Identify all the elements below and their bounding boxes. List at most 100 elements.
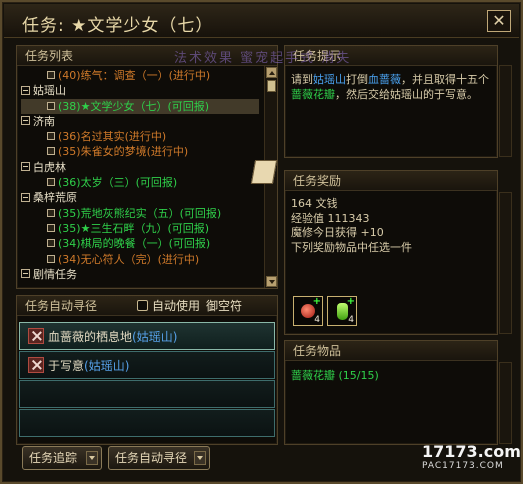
task-list-item[interactable]: (35)★三生石畔（九）(可回报) <box>21 221 259 236</box>
category-label: 济南 <box>33 114 55 128</box>
auto-path-panel: 任务自动寻径 自动使用 御空符 血蔷薇的栖息地 (姑瑶山) 于写意 (姑瑶山) <box>16 295 278 445</box>
task-label: (35)★三生石畔（九）(可回报) <box>58 221 210 235</box>
scroll-down-button[interactable] <box>266 276 277 287</box>
auto-path-button-label: 任务自动寻径 <box>115 451 188 465</box>
scroll-up-button[interactable] <box>266 67 277 78</box>
category-label: 白虎林 <box>33 160 66 174</box>
auto-path-destination[interactable]: 于写意 (姑瑶山) <box>19 351 275 379</box>
task-label: (34)棋局的晚餐（一）(可回报) <box>58 237 211 251</box>
auto-path-list: 血蔷薇的栖息地 (姑瑶山) 于写意 (姑瑶山) <box>19 322 275 438</box>
task-items-header: 任务物品 <box>285 341 497 361</box>
task-marker-icon <box>47 178 55 187</box>
task-marker-icon <box>47 101 55 110</box>
location-link[interactable]: 姑瑶山 <box>313 73 346 86</box>
task-marker-icon <box>47 71 55 79</box>
slot-quantity: 4 <box>348 315 354 325</box>
destination-map: (姑瑶山) <box>132 329 178 344</box>
category-label: 剧情任务 <box>33 267 77 281</box>
task-item-count: (15/15) <box>338 369 379 382</box>
chevron-down-icon[interactable] <box>86 451 98 465</box>
task-hint-header: 任务提示 <box>285 46 497 66</box>
reward-exp: 经验值 111343 <box>291 211 370 225</box>
hint-text: ，然后交给姑瑶山的于写意。 <box>335 88 478 101</box>
title-bar[interactable]: 任务: ★文学少女（七） ✕ <box>4 4 519 38</box>
site-logo-subtext: PAC17173.COM <box>422 461 504 471</box>
task-list-item[interactable]: (36)太岁（三）(可回报) <box>21 175 259 190</box>
collapse-icon[interactable] <box>21 162 30 172</box>
task-marker-icon <box>47 208 55 217</box>
task-label: (35)朱雀女的梦境(进行中) <box>58 145 189 159</box>
auto-path-destination[interactable]: 血蔷薇的栖息地 (姑瑶山) <box>19 322 275 350</box>
task-track-button[interactable]: 任务追踪 <box>22 446 102 470</box>
task-label: (36)名过其实(进行中) <box>58 130 167 144</box>
task-track-label: 任务追踪 <box>29 451 78 465</box>
reward-money: 164 文钱 <box>291 197 338 210</box>
reward-scrollbar[interactable] <box>499 192 512 334</box>
task-category[interactable]: 桑梓荒原 <box>21 190 259 205</box>
crossed-swords-icon <box>28 357 44 373</box>
task-list-item[interactable]: (34)棋局的晚餐（一）(可回报) <box>21 236 259 251</box>
chevron-down-icon[interactable] <box>194 451 206 465</box>
task-marker-icon <box>47 254 55 263</box>
task-item-row: 蔷薇花瓣 (15/15) <box>285 361 497 389</box>
reward-slot[interactable]: + 4 <box>293 296 323 326</box>
task-list-item[interactable]: (34)无心符人（完）(进行中) <box>21 252 259 267</box>
task-category[interactable]: 济南 <box>21 114 259 129</box>
reward-slots: + 4 + 4 <box>293 296 357 326</box>
monster-link[interactable]: 血蔷薇 <box>368 73 401 86</box>
hint-text: 打倒 <box>346 73 368 86</box>
task-list-item[interactable]: (36)名过其实(进行中) <box>21 129 259 144</box>
close-button[interactable]: ✕ <box>487 10 511 32</box>
task-category[interactable]: 白虎林 <box>21 160 259 175</box>
task-list-item[interactable]: (35)荒地灰熊纪实（五）(可回报) <box>21 206 259 221</box>
auto-path-title: 任务自动寻径 <box>25 298 98 313</box>
reward-slot[interactable]: + 4 <box>327 296 357 326</box>
task-reward-panel: 任务奖励 164 文钱 经验值 111343 魔修今日获得 +10 下列奖励物品… <box>284 170 498 335</box>
task-list-scrollbar[interactable] <box>264 66 277 288</box>
collapse-icon[interactable] <box>21 192 30 202</box>
destination-label: 于写意 <box>48 358 85 373</box>
category-label: 桑梓荒原 <box>33 191 77 205</box>
items-scrollbar[interactable] <box>499 362 512 444</box>
plus-icon: + <box>346 296 355 307</box>
task-category[interactable]: 姑瑶山 <box>21 83 259 98</box>
task-hint-text: 请到姑瑶山打倒血蔷薇，并且取得十五个蔷薇花瓣，然后交给姑瑶山的于写意。 <box>285 66 497 108</box>
collapse-icon[interactable] <box>21 85 30 95</box>
task-window: 任务: ★文学少女（七） ✕ 任务列表 (40)练气：调查（一）(进行中) 姑瑶山… <box>0 0 523 484</box>
task-marker-icon <box>47 223 55 232</box>
plus-icon: + <box>312 296 321 307</box>
task-hint-panel: 任务提示 请到姑瑶山打倒血蔷薇，并且取得十五个蔷薇花瓣，然后交给姑瑶山的于写意。 <box>284 45 498 158</box>
task-label: (38)★文学少女（七）(可回报) <box>58 99 210 113</box>
category-label: 姑瑶山 <box>33 84 66 98</box>
task-items-panel: 任务物品 蔷薇花瓣 (15/15) <box>284 340 498 445</box>
scroll-thumb[interactable] <box>267 80 276 92</box>
reward-choose-text: 下列奖励物品中任选一件 <box>291 240 412 254</box>
task-marker-icon <box>47 132 55 141</box>
task-marker-icon <box>47 147 55 156</box>
hint-text: 请到 <box>291 73 313 86</box>
crossed-swords-icon <box>28 328 44 344</box>
auto-use-label: 自动使用 <box>152 298 201 313</box>
hint-scrollbar[interactable] <box>499 65 512 157</box>
reward-daily: 魔修今日获得 +10 <box>291 226 384 239</box>
task-list-header: 任务列表 <box>17 46 277 66</box>
task-category[interactable]: 剧情任务 <box>21 267 259 282</box>
auto-use-checkbox[interactable] <box>137 300 149 311</box>
task-list-item[interactable]: (38)★文学少女（七）(可回报) <box>21 98 259 114</box>
fly-talisman-label: 御空符 <box>206 298 243 313</box>
collapse-icon[interactable] <box>21 116 30 126</box>
task-list-panel: 任务列表 (40)练气：调查（一）(进行中) 姑瑶山 (38)★文学少女（七）(可回… <box>16 45 278 289</box>
auto-path-header: 任务自动寻径 自动使用 御空符 <box>17 296 277 316</box>
task-list-item[interactable]: (35)朱雀女的梦境(进行中) <box>21 144 259 159</box>
task-label: (36)太岁（三）(可回报) <box>58 176 178 190</box>
task-list-item[interactable]: (40)练气：调查（一）(进行中) <box>21 68 259 83</box>
task-label: (35)荒地灰熊纪实（五）(可回报) <box>58 206 222 220</box>
auto-path-button[interactable]: 任务自动寻径 <box>108 446 210 470</box>
slot-quantity: 4 <box>314 315 320 325</box>
item-link[interactable]: 蔷薇花瓣 <box>291 88 335 101</box>
task-tree: (40)练气：调查（一）(进行中) 姑瑶山 (38)★文学少女（七）(可回报) 济南(… <box>17 66 263 288</box>
task-item-name[interactable]: 蔷薇花瓣 <box>291 369 335 382</box>
auto-path-empty-slot <box>19 409 275 437</box>
task-marker-icon <box>47 239 55 248</box>
collapse-icon[interactable] <box>21 269 30 279</box>
